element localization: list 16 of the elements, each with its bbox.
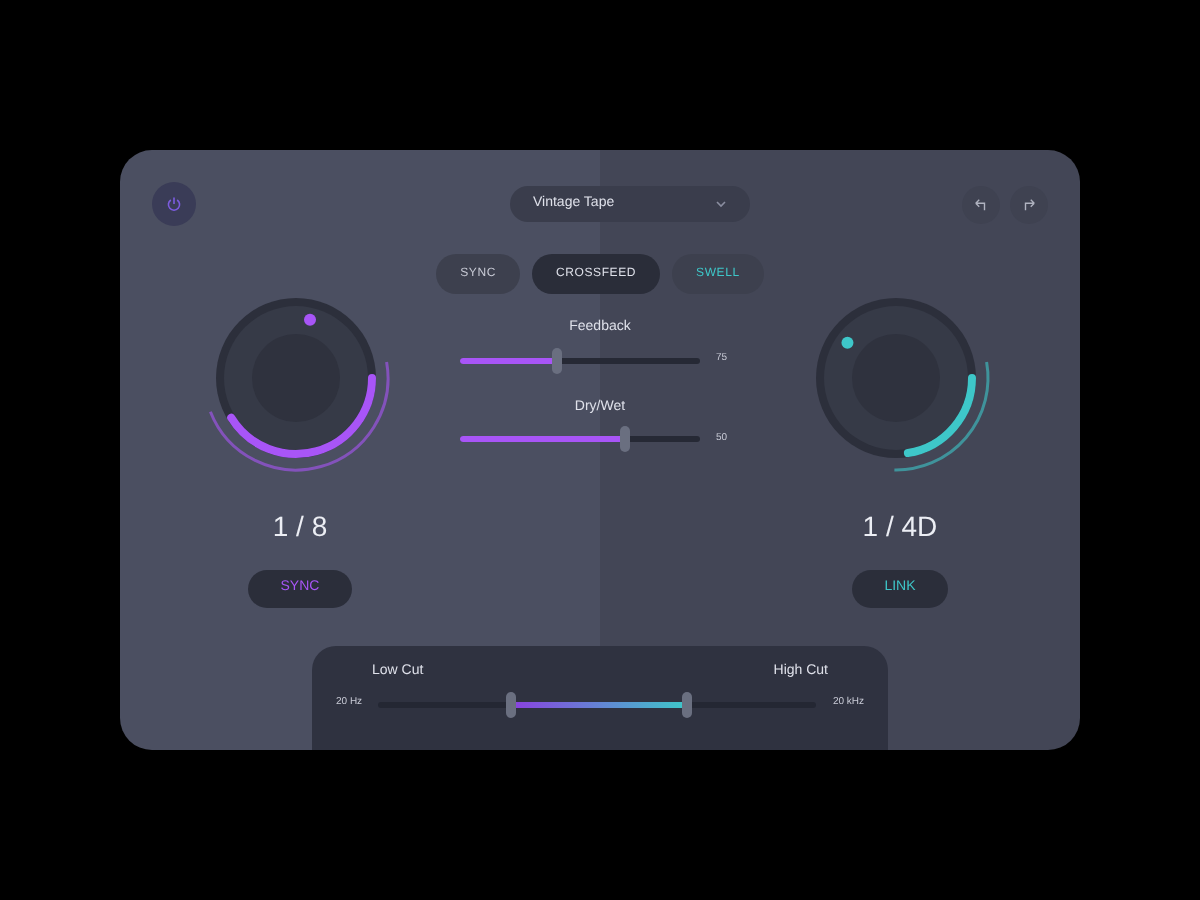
undo-button[interactable] [962, 185, 1000, 223]
power-button[interactable] [152, 182, 196, 226]
redo-icon [1022, 197, 1036, 211]
undo-icon [974, 197, 988, 211]
slider-thumb[interactable] [619, 426, 630, 452]
power-icon [166, 196, 182, 212]
slider-track[interactable] [459, 347, 700, 373]
redo-button[interactable] [1010, 185, 1048, 223]
slider-thumb[interactable] [551, 347, 562, 373]
knob-value: 1 / 8 [272, 508, 328, 546]
slider-track[interactable] [459, 426, 700, 452]
high-cut-handle[interactable] [681, 691, 692, 717]
knob-value: 1 / 4D [862, 508, 938, 546]
chevron-icon [715, 200, 725, 208]
low-cut-handle[interactable] [505, 691, 516, 717]
range-track[interactable] [378, 691, 817, 717]
